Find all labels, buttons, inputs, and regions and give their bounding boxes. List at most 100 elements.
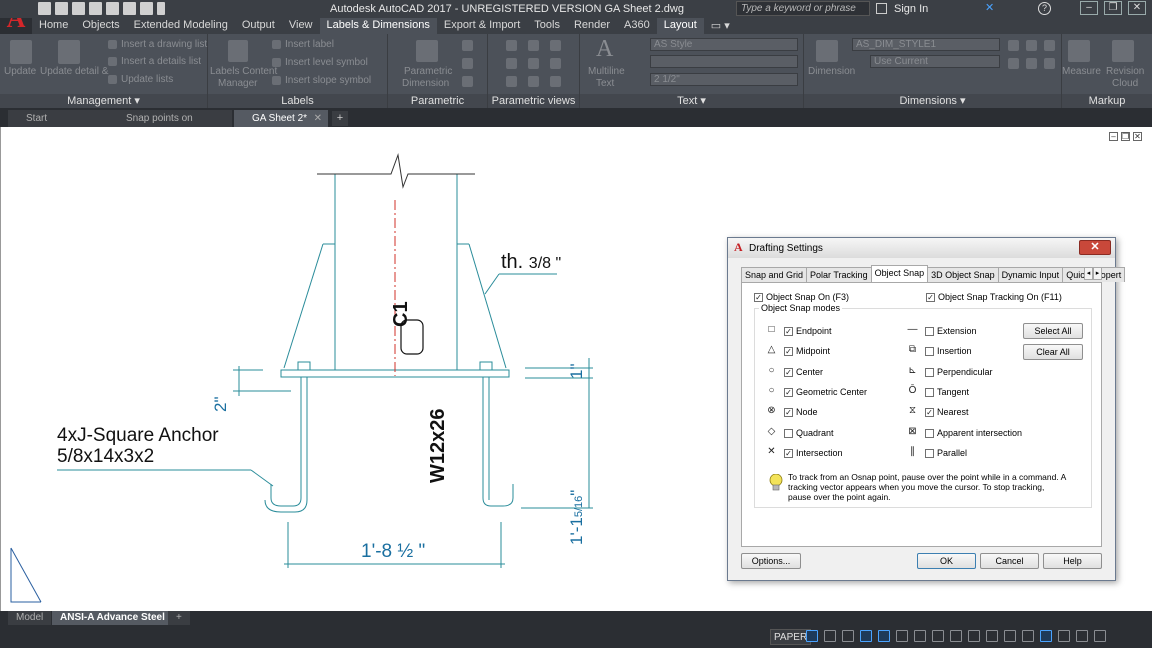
measure-icon[interactable] <box>1068 40 1090 62</box>
viewport-restore-icon[interactable]: ❐ <box>1121 132 1130 141</box>
dimension-layer-select[interactable]: Use Current <box>870 55 1000 68</box>
dim-tool-1-icon[interactable] <box>1008 40 1019 51</box>
new-tab-button[interactable]: + <box>332 111 348 126</box>
revision-cloud-button[interactable]: Revision <box>1106 66 1144 77</box>
view-tool-8-icon[interactable] <box>528 76 539 87</box>
file-tab-ga-sheet-2[interactable]: GA Sheet 2* ✕ <box>234 110 328 127</box>
save-icon[interactable] <box>72 2 85 15</box>
apparent-intersection-checkbox[interactable]: Apparent intersection <box>925 428 1022 438</box>
parametric-button[interactable]: Parametric <box>404 66 452 77</box>
insert-drawing-list-button[interactable]: Insert a drawing list <box>121 39 207 50</box>
view-tool-9-icon[interactable] <box>550 76 561 87</box>
labels-manager-label[interactable]: Manager <box>218 78 257 89</box>
multiline-text-button[interactable]: Multiline <box>588 66 625 77</box>
dim-tool-4-icon[interactable] <box>1008 58 1019 69</box>
update-lists-button[interactable]: Update lists <box>121 74 173 85</box>
dialog-title-bar[interactable]: A Drafting Settings ✕ <box>728 238 1115 258</box>
multiline-text-icon[interactable]: A <box>596 36 613 63</box>
help-icon[interactable]: ? <box>1038 2 1051 15</box>
minimize-icon[interactable]: – <box>1080 1 1098 15</box>
osnap-on-checkbox[interactable]: ✓ Object Snap On (F3) <box>754 292 849 302</box>
measure-button[interactable]: Measure <box>1062 66 1101 77</box>
file-tab-snap-points[interactable]: Snap points on anchors* <box>108 110 232 141</box>
tab-object-snap[interactable]: Object Snap <box>870 265 929 282</box>
nearest-checkbox[interactable]: ✓ Nearest <box>925 407 969 417</box>
tab-polar-tracking[interactable]: Polar Tracking <box>806 267 872 282</box>
dim-tool-3-icon[interactable] <box>1044 40 1055 51</box>
tab-layout[interactable]: Layout <box>656 18 704 34</box>
text-find-input[interactable] <box>650 55 798 68</box>
dimension-button[interactable]: Dimension <box>808 66 855 77</box>
tab-scroll-right-icon[interactable]: ▸ <box>1093 267 1102 280</box>
dim-tool-6-icon[interactable] <box>1044 58 1055 69</box>
clean-screen-icon[interactable] <box>1076 630 1088 642</box>
tab-objects[interactable]: Objects <box>75 18 126 34</box>
tab-scroll-left-icon[interactable]: ◂ <box>1084 267 1093 280</box>
panel-label-parametric-views[interactable]: Parametric views ▾ <box>488 94 579 121</box>
paper-space-toggle[interactable]: PAPER <box>770 629 812 645</box>
search-input[interactable]: Type a keyword or phrase <box>736 1 870 16</box>
quadrant-checkbox[interactable]: Quadrant <box>784 428 834 438</box>
object-snap-icon[interactable] <box>878 630 890 642</box>
view-tool-1-icon[interactable] <box>506 40 517 51</box>
transparency-icon[interactable] <box>914 630 926 642</box>
dialog-close-button[interactable]: ✕ <box>1079 240 1111 255</box>
update-detail-icon[interactable] <box>58 40 80 64</box>
viewport-minimize-icon[interactable]: – <box>1109 132 1118 141</box>
save-as-icon[interactable] <box>89 2 102 15</box>
text-height-select[interactable]: 2 1/2" <box>650 73 798 86</box>
new-icon[interactable] <box>38 2 51 15</box>
insert-slope-symbol-button[interactable]: Insert slope symbol <box>285 75 371 86</box>
file-tab-start[interactable]: Start <box>8 110 108 127</box>
tab-labels-dimensions[interactable]: Labels & Dimensions <box>319 18 437 34</box>
snap-mode-icon[interactable] <box>806 630 818 642</box>
hardware-acceleration-icon[interactable] <box>1058 630 1070 642</box>
redo-icon[interactable] <box>140 2 153 15</box>
geometric-center-checkbox[interactable]: ✓ Geometric Center <box>784 387 867 397</box>
layout-tab-model[interactable]: Model <box>8 611 52 625</box>
update-detail-button[interactable]: Update detail & <box>40 66 108 77</box>
tangent-checkbox[interactable]: Tangent <box>925 387 969 397</box>
open-icon[interactable] <box>55 2 68 15</box>
plot-icon[interactable] <box>106 2 119 15</box>
update-button[interactable]: Update <box>4 66 36 77</box>
panel-label-text[interactable]: Text ▾ <box>580 94 803 108</box>
osnap-tracking-checkbox[interactable]: ✓ Object Snap Tracking On (F11) <box>926 292 1062 302</box>
param-tool-3-icon[interactable] <box>462 76 473 87</box>
view-tool-3-icon[interactable] <box>550 40 561 51</box>
tab-extended-modeling[interactable]: Extended Modeling <box>127 18 235 34</box>
insertion-checkbox[interactable]: Insertion <box>925 346 972 356</box>
workspace-gear-icon[interactable] <box>968 630 980 642</box>
dimension-style-select[interactable]: AS_DIM_STYLE1 <box>852 38 1000 51</box>
quick-properties-icon[interactable] <box>1022 630 1034 642</box>
intersection-checkbox[interactable]: ✓ Intersection <box>784 448 843 458</box>
parallel-checkbox[interactable]: Parallel <box>925 448 967 458</box>
multiline-text-label[interactable]: Text <box>596 78 614 89</box>
tab-home[interactable]: Home <box>32 18 75 34</box>
tab-export-import[interactable]: Export & Import <box>437 18 527 34</box>
param-tool-2-icon[interactable] <box>462 58 473 69</box>
view-tool-7-icon[interactable] <box>506 76 517 87</box>
panel-label-dimensions[interactable]: Dimensions ▾ <box>804 94 1061 108</box>
layout-tab-ansi-a[interactable]: ANSI-A Advance Steel <box>52 611 173 625</box>
restore-icon[interactable]: ❐ <box>1104 1 1122 15</box>
tab-3d-object-snap[interactable]: 3D Object Snap <box>927 267 999 282</box>
extension-checkbox[interactable]: Extension <box>925 326 977 336</box>
annotation-monitor-icon[interactable] <box>986 630 998 642</box>
new-layout-button[interactable]: + <box>168 611 190 625</box>
ribbon-options-icon[interactable]: ▭ ▾ <box>704 18 737 34</box>
cloud-label[interactable]: Cloud <box>1112 78 1138 89</box>
insert-level-symbol-button[interactable]: Insert level symbol <box>285 57 368 68</box>
labels-content-button[interactable]: Labels Content <box>210 66 277 77</box>
text-style-select[interactable]: AS Style <box>650 38 798 51</box>
undo-icon[interactable] <box>123 2 136 15</box>
viewport-close-icon[interactable]: ✕ <box>1133 132 1142 141</box>
tab-output[interactable]: Output <box>235 18 282 34</box>
panel-label-management[interactable]: Management ▾ <box>0 94 207 108</box>
exchange-icon[interactable]: ✕ <box>985 3 997 14</box>
isolate-objects-icon[interactable] <box>1040 630 1052 642</box>
update-icon[interactable] <box>10 40 32 64</box>
cancel-button[interactable]: Cancel <box>980 553 1039 569</box>
help-button[interactable]: Help <box>1043 553 1102 569</box>
endpoint-checkbox[interactable]: ✓ Endpoint <box>784 326 832 336</box>
